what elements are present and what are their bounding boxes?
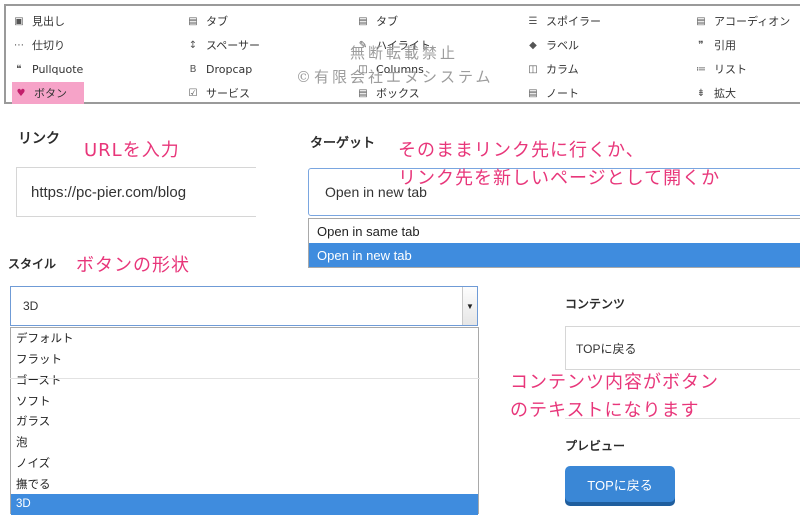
shortcode-menu: ▣ 見出し ▤ タブ ▤ タブ ☰ スポイラー ▤ アコーディオン ⋯ 仕切り ↕ スペーサー ✎ ハイライト…: [4, 4, 800, 104]
spacer-icon: ↕: [188, 39, 198, 51]
expand-icon: ⇟: [696, 87, 706, 99]
style-option[interactable]: 泡: [11, 432, 478, 453]
annotation-content: コンテンツ内容がボタン: [510, 372, 719, 393]
menu-item-label: カラム: [546, 63, 579, 76]
annotation-target: そのままリンク先に行くか、: [398, 140, 645, 161]
style-option[interactable]: ノイズ: [11, 453, 478, 474]
menu-item[interactable]: ▤ タブ: [356, 10, 398, 32]
menu-item-label: タブ: [376, 15, 398, 28]
style-option[interactable]: デフォルト: [11, 328, 478, 349]
box-icon: ▤: [358, 87, 368, 99]
divider: [565, 418, 800, 419]
target-label: ターゲット: [310, 135, 376, 150]
style-option[interactable]: 3D: [11, 494, 478, 515]
heading-icon: ▣: [14, 15, 24, 27]
annotation-style: ボタンの形状: [76, 255, 190, 276]
link-label: リンク: [18, 130, 60, 146]
style-select-value: 3D: [23, 299, 39, 313]
menu-item[interactable]: B Dropcap: [186, 58, 253, 80]
tabs-icon: ▤: [358, 15, 368, 27]
menu-item[interactable]: ◫ カラム: [526, 58, 579, 80]
target-option[interactable]: Open in new tab: [309, 243, 800, 267]
menu-item[interactable]: ⇟ 拡大: [694, 82, 736, 104]
menu-item-label: Pullquote: [32, 62, 84, 76]
style-option[interactable]: フラット: [11, 349, 478, 370]
chevron-down-icon[interactable]: ▼: [462, 287, 477, 325]
style-option[interactable]: 撫でる: [11, 473, 478, 494]
menu-item[interactable]: ≔ リスト: [694, 58, 747, 80]
divider-icon: ⋯: [14, 39, 24, 51]
menu-item-label: アコーディオン: [714, 15, 791, 28]
style-select[interactable]: 3D ▼: [10, 286, 478, 326]
menu-item[interactable]: ▣ 見出し: [12, 10, 65, 32]
style-dropdown: デフォルト フラット ゴースト ソフト ガラス 泡 ノイズ 撫でる 3D: [10, 327, 479, 515]
label-icon: ◆: [529, 39, 537, 51]
menu-item[interactable]: ▤ タブ: [186, 10, 228, 32]
target-dropdown: Open in same tab Open in new tab: [308, 218, 800, 268]
url-input[interactable]: https://pc-pier.com/blog: [16, 167, 256, 217]
preview-button[interactable]: TOPに戻る: [565, 466, 675, 502]
menu-item[interactable]: ☰ スポイラー: [526, 10, 601, 32]
menu-item-label: リスト: [714, 63, 747, 76]
columns-icon: ◫: [358, 63, 368, 75]
menu-item[interactable]: ☑ サービス: [186, 82, 250, 104]
heart-icon: ♥: [16, 87, 26, 99]
divider: [10, 378, 480, 379]
menu-item-label: ボックス: [376, 87, 420, 100]
menu-item-label: 仕切り: [32, 39, 65, 52]
menu-item[interactable]: ◆ ラベル: [526, 34, 579, 56]
preview-label: プレビュー: [565, 439, 626, 453]
target-select-value: Open in new tab: [325, 184, 427, 200]
accordion-icon: ▤: [696, 15, 706, 27]
menu-item-label: サービス: [206, 87, 250, 100]
style-option[interactable]: ガラス: [11, 411, 478, 432]
menu-item-label: ボタン: [34, 87, 67, 100]
menu-item-label: スポイラー: [546, 15, 601, 28]
column-icon: ◫: [528, 63, 538, 75]
menu-item-label: ハイライト: [376, 39, 431, 52]
menu-item-label: 引用: [714, 39, 736, 52]
quote-icon: ❞: [698, 39, 704, 51]
target-select[interactable]: Open in new tab: [308, 168, 800, 216]
menu-item-label: 見出し: [32, 15, 65, 28]
menu-item-label: スペーサー: [206, 39, 261, 52]
service-icon: ☑: [188, 87, 198, 99]
menu-item[interactable]: ❞ 引用: [694, 34, 736, 56]
note-icon: ▤: [528, 87, 538, 99]
content-input[interactable]: TOPに戻る: [565, 326, 800, 370]
menu-item-label: ノート: [546, 87, 579, 100]
pullquote-icon: ❝: [16, 63, 22, 75]
content-label: コンテンツ: [565, 297, 626, 311]
spoiler-icon: ☰: [528, 15, 538, 27]
menu-item[interactable]: ♥ ボタン: [12, 82, 84, 104]
tabs-icon: ▤: [188, 15, 198, 27]
annotation-url: URLを入力: [84, 140, 180, 161]
style-option[interactable]: ゴースト: [11, 370, 478, 391]
menu-item-label: 拡大: [714, 87, 736, 100]
menu-item[interactable]: ▤ ボックス: [356, 82, 420, 104]
menu-item[interactable]: ✎ ハイライト: [356, 34, 431, 56]
menu-item[interactable]: ◫ Columns: [356, 58, 424, 80]
dropcap-icon: B: [189, 63, 197, 75]
list-icon: ≔: [696, 63, 706, 75]
menu-item[interactable]: ▤ ノート: [526, 82, 579, 104]
menu-item-label: Columns: [376, 62, 424, 76]
target-option[interactable]: Open in same tab: [309, 219, 800, 243]
menu-item[interactable]: ↕ スペーサー: [186, 34, 260, 56]
menu-item[interactable]: ❝ Pullquote: [12, 58, 83, 80]
menu-item[interactable]: ⋯ 仕切り: [12, 34, 65, 56]
style-option[interactable]: ソフト: [11, 390, 478, 411]
menu-item-label: ラベル: [546, 39, 579, 52]
menu-item[interactable]: ▤ アコーディオン: [694, 10, 790, 32]
style-label: スタイル: [8, 257, 57, 271]
menu-item-label: タブ: [206, 15, 228, 28]
highlight-icon: ✎: [358, 39, 368, 51]
menu-item-label: Dropcap: [206, 62, 253, 76]
